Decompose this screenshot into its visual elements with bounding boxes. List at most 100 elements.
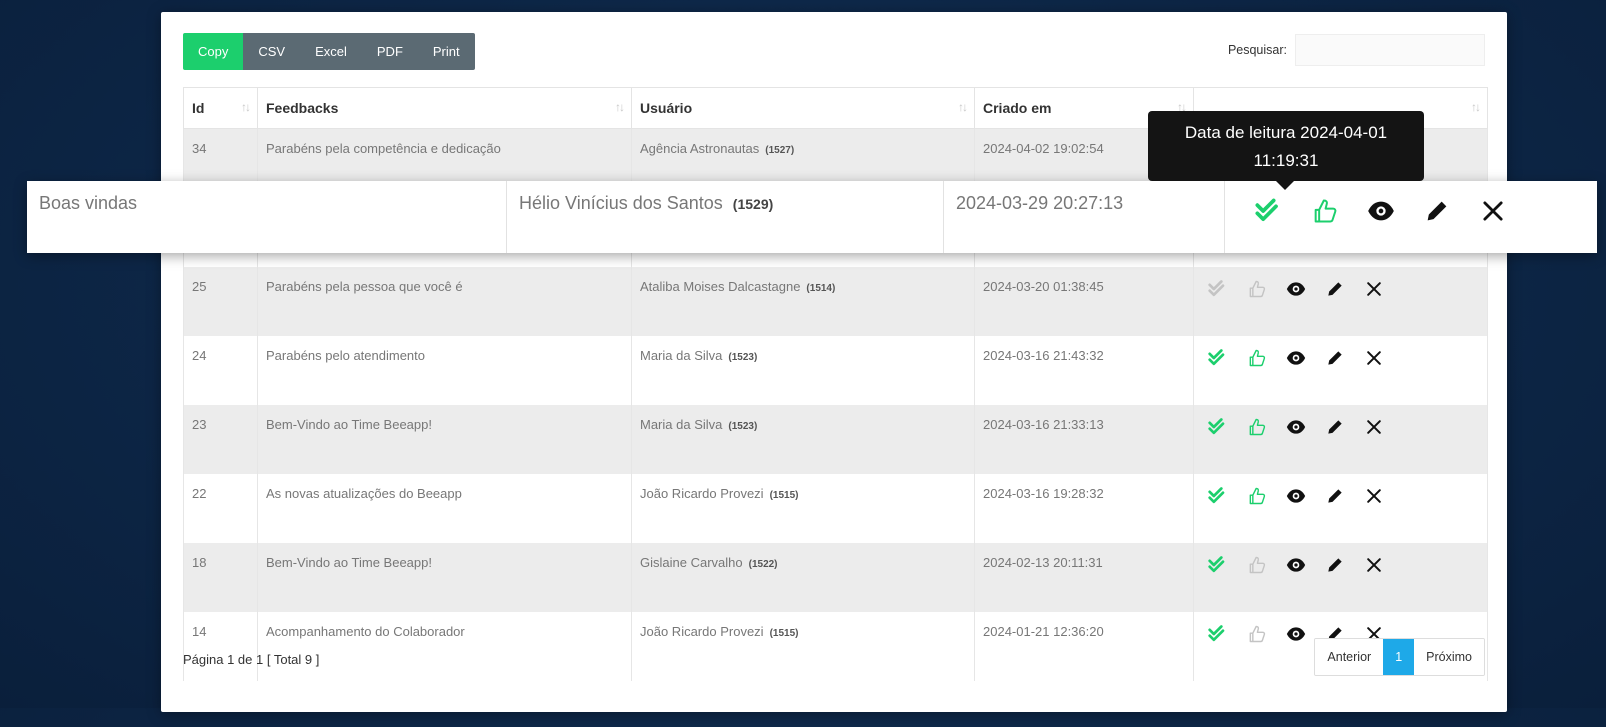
edit-icon[interactable] [1325, 555, 1345, 575]
user-id: (1523) [728, 352, 758, 363]
view-icon[interactable] [1286, 555, 1306, 575]
like-icon[interactable] [1311, 197, 1339, 225]
table-row[interactable]: 23 Bem-Vindo ao Time Beeapp! Maria da Silv… [183, 405, 1488, 474]
cell-feedback: As novas atualizações do Beeapp [257, 474, 632, 543]
print-button[interactable]: Print [417, 33, 475, 70]
read-status-icon[interactable] [1208, 555, 1228, 575]
cell-id: 23 [183, 405, 258, 474]
zoomed-user-name: Hélio Vinícius dos Santos [519, 193, 723, 213]
cell-user: Gislaine Carvalho (1522) [631, 543, 975, 612]
sort-icon: ↑↓ [1471, 100, 1481, 114]
zoomed-user-id: (1529) [732, 196, 774, 212]
copy-button[interactable]: Copy [183, 33, 244, 70]
cell-feedback: Bem-Vindo ao Time Beeapp! [257, 543, 632, 612]
table-row[interactable]: 24 Parabéns pelo atendimento Maria da Silv… [183, 336, 1488, 405]
user-name: João Ricardo Provezi [640, 486, 764, 501]
cell-feedback: Acompanhamento do Colaborador [257, 612, 632, 681]
cell-created: 2024-02-13 20:11:31 [974, 543, 1194, 612]
cell-actions [1193, 405, 1488, 474]
read-status-icon[interactable] [1208, 417, 1228, 437]
view-icon[interactable] [1286, 624, 1306, 644]
page-1-button[interactable]: 1 [1383, 639, 1415, 675]
zoomed-actions-group [1249, 197, 1585, 225]
delete-icon[interactable] [1479, 197, 1507, 225]
read-status-icon[interactable] [1208, 624, 1228, 644]
like-icon[interactable] [1247, 624, 1267, 644]
column-header-feedbacks[interactable]: Feedbacks ↑↓ [257, 87, 632, 129]
cell-id: 22 [183, 474, 258, 543]
view-icon[interactable] [1286, 279, 1306, 299]
cell-created: 2024-03-16 21:33:13 [974, 405, 1194, 474]
view-icon[interactable] [1286, 348, 1306, 368]
cell-created: 2024-03-16 19:28:32 [974, 474, 1194, 543]
user-name: Gislaine Carvalho [640, 555, 743, 570]
read-status-icon[interactable] [1208, 279, 1228, 299]
cell-created: 2024-03-20 01:38:45 [974, 267, 1194, 336]
delete-icon[interactable] [1364, 486, 1384, 506]
delete-icon[interactable] [1364, 555, 1384, 575]
search-label: Pesquisar: [1227, 43, 1287, 57]
like-icon[interactable] [1247, 486, 1267, 506]
sort-icon: ↑↓ [958, 100, 968, 114]
user-name: Maria da Silva [640, 417, 723, 432]
like-icon[interactable] [1247, 417, 1267, 437]
like-icon[interactable] [1247, 555, 1267, 575]
cell-user: João Ricardo Provezi (1515) [631, 474, 975, 543]
column-header-id[interactable]: Id ↑↓ [183, 87, 258, 129]
user-id: (1515) [769, 628, 799, 639]
pdf-button[interactable]: PDF [361, 33, 418, 70]
row-actions [1202, 279, 1479, 299]
search-box: Pesquisar: [1228, 34, 1485, 66]
edit-icon[interactable] [1325, 486, 1345, 506]
cell-user: Maria da Silva (1523) [631, 405, 975, 474]
edit-icon[interactable] [1325, 279, 1345, 299]
table-row[interactable]: 18 Bem-Vindo ao Time Beeapp! Gislaine Carv… [183, 543, 1488, 612]
column-header-usuario[interactable]: Usuário ↑↓ [631, 87, 975, 129]
view-icon[interactable] [1286, 417, 1306, 437]
like-icon[interactable] [1247, 279, 1267, 299]
row-actions [1202, 348, 1479, 368]
pagination: Anterior 1 Próximo [1314, 638, 1485, 676]
edit-icon[interactable] [1325, 348, 1345, 368]
view-icon[interactable] [1367, 197, 1395, 225]
table-row[interactable]: 22 As novas atualizações do Beeapp João Ri… [183, 474, 1488, 543]
edit-icon[interactable] [1325, 417, 1345, 437]
cell-id: 25 [183, 267, 258, 336]
excel-button[interactable]: Excel [300, 33, 362, 70]
export-toolbar: Copy CSV Excel PDF Print [183, 33, 475, 70]
column-label: Feedbacks [266, 100, 339, 116]
read-status-icon[interactable] [1208, 348, 1228, 368]
search-input[interactable] [1295, 34, 1485, 66]
view-icon[interactable] [1286, 486, 1306, 506]
cell-id: 14 [183, 612, 258, 681]
cell-created: 2024-01-21 12:36:20 [974, 612, 1194, 681]
column-label: Id [192, 100, 205, 116]
cell-created: 2024-03-16 21:43:32 [974, 336, 1194, 405]
table-row[interactable]: 25 Parabéns pela pessoa que você é Ataliba… [183, 267, 1488, 336]
column-label: Usuário [640, 100, 693, 116]
cell-feedback: Parabéns pela pessoa que você é [257, 267, 632, 336]
user-name: Maria da Silva [640, 348, 723, 363]
edit-icon[interactable] [1423, 197, 1451, 225]
user-id: (1515) [769, 490, 799, 501]
delete-icon[interactable] [1364, 279, 1384, 299]
delete-icon[interactable] [1364, 348, 1384, 368]
delete-icon[interactable] [1364, 417, 1384, 437]
next-page-button[interactable]: Próximo [1414, 639, 1484, 675]
sort-icon: ↑↓ [241, 100, 251, 114]
zoomed-row: Boas vindas Hélio Vinícius dos Santos (15… [27, 181, 1597, 253]
user-name: Ataliba Moises Dalcastagne [640, 279, 801, 294]
zoomed-created: 2024-03-29 20:27:13 [944, 181, 1225, 253]
sort-icon: ↑↓ [615, 100, 625, 114]
like-icon[interactable] [1247, 348, 1267, 368]
cell-actions [1193, 543, 1488, 612]
cell-feedback: Parabéns pelo atendimento [257, 336, 632, 405]
csv-button[interactable]: CSV [243, 33, 301, 70]
cell-actions [1193, 474, 1488, 543]
read-status-icon[interactable] [1208, 486, 1228, 506]
zoomed-user: Hélio Vinícius dos Santos (1529) [507, 181, 944, 253]
cell-feedback: Bem-Vindo ao Time Beeapp! [257, 405, 632, 474]
user-id: (1522) [748, 559, 778, 570]
read-status-icon[interactable] [1255, 197, 1283, 225]
previous-page-button[interactable]: Anterior [1315, 639, 1384, 675]
